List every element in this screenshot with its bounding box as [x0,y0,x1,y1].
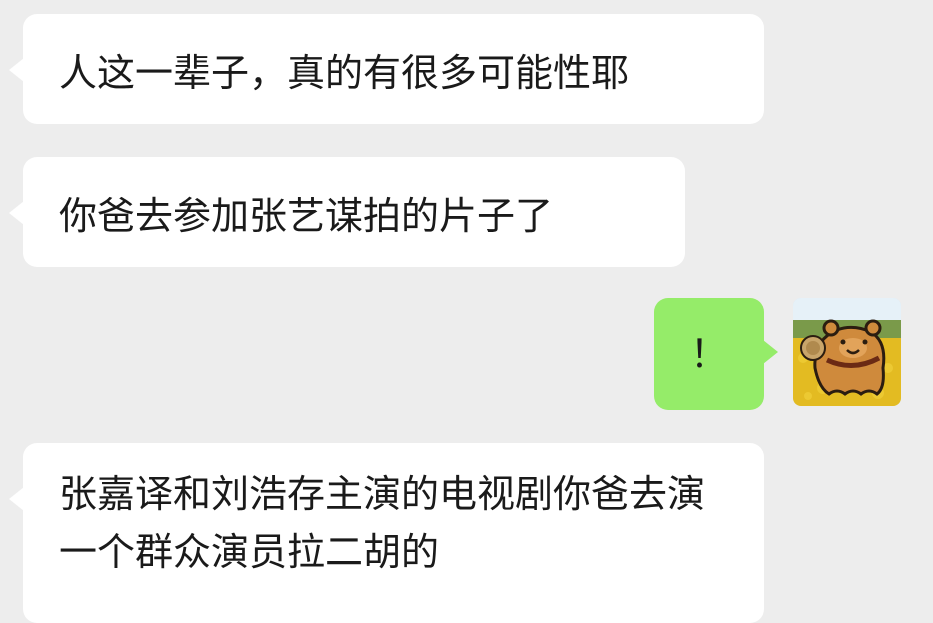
message-text: 张嘉译和刘浩存主演的电视剧你爸去演一个群众演员拉二胡的 [59,472,706,574]
bubble-tail [9,201,24,225]
avatar-image [793,298,901,406]
incoming-message-bubble[interactable]: 你爸去参加张艺谋拍的片子了 [9,157,685,267]
message-text: ！ [689,332,728,376]
message-text: 人这一辈子，真的有很多可能性耶 [59,51,630,95]
incoming-message-bubble[interactable]: 张嘉译和刘浩存主演的电视剧你爸去演一个群众演员拉二胡的 [9,443,764,623]
incoming-message-bubble[interactable]: 人这一辈子，真的有很多可能性耶 [9,14,764,124]
bubble-tail [9,58,24,82]
bubble-tail [763,340,778,364]
message-text: 你爸去参加张艺谋拍的片子了 [59,194,554,238]
outgoing-message-bubble[interactable]: ！ [654,298,778,410]
bubble-tail [9,487,24,511]
capybara-avatar-icon[interactable] [793,298,901,406]
